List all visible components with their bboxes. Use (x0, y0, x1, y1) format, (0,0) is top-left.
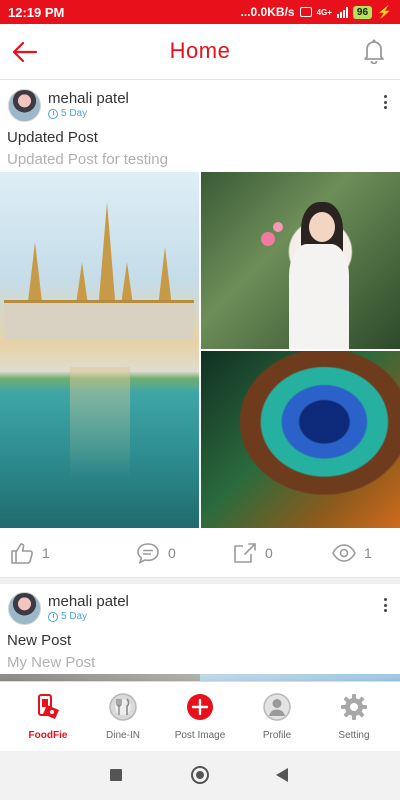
nav-item-setting[interactable]: Setting (314, 692, 394, 741)
avatar[interactable] (8, 89, 41, 122)
nav-label: Profile (262, 730, 292, 741)
system-navigation-bar (0, 751, 400, 800)
status-icons: ...0.0KB/s 4G+ 96 ⚡ (241, 5, 392, 19)
post-time-text: 5 Day (61, 611, 88, 622)
post-title: Updated Post (7, 129, 98, 146)
post-image-grid (0, 172, 400, 528)
post-card: mehali patel 5 Day Updated Post Updated … (0, 81, 400, 578)
plus-circle-icon (187, 694, 213, 720)
home-icon[interactable] (191, 766, 209, 784)
charging-icon: ⚡ (377, 5, 392, 19)
post-feed[interactable]: mehali patel 5 Day Updated Post Updated … (0, 81, 400, 681)
battery-icon: 96 (352, 5, 373, 19)
home-screen: 12:19 PM ...0.0KB/s 4G+ 96 ⚡ Home mehali… (0, 0, 400, 800)
nav-label: Setting (338, 730, 370, 741)
more-options-icon[interactable] (384, 95, 388, 109)
bottom-navigation: FoodFie Dine-IN Post Image Profile Setti… (0, 681, 400, 751)
post-actions: 1 0 0 1 (0, 528, 400, 578)
system-back-icon[interactable] (276, 768, 288, 782)
nav-label: FoodFie (28, 730, 68, 741)
recent-apps-icon[interactable] (110, 769, 122, 781)
eye-icon (332, 544, 356, 562)
nav-item-post-image[interactable]: Post Image (160, 692, 240, 741)
post-description: Updated Post for testing (7, 151, 168, 168)
network-type: 4G+ (316, 7, 332, 17)
network-speed: ...0.0KB/s (240, 5, 295, 19)
peacock-feather-photo[interactable] (201, 351, 400, 528)
status-bar: 12:19 PM ...0.0KB/s 4G+ 96 ⚡ (0, 0, 400, 24)
post-title: New Post (7, 632, 72, 649)
thumbs-up-icon (11, 543, 33, 564)
avatar[interactable] (8, 592, 41, 625)
nav-item-dine-in[interactable]: Dine-IN (83, 692, 163, 741)
comment-count: 0 (168, 545, 176, 561)
foodfie-icon (38, 694, 59, 719)
share-icon (234, 543, 256, 563)
post-author[interactable]: mehali patel (48, 593, 129, 610)
like-button[interactable]: 1 (10, 542, 50, 564)
comment-button[interactable]: 0 (136, 542, 176, 564)
user-icon (263, 693, 291, 721)
more-options-icon[interactable] (384, 598, 388, 612)
gear-icon (341, 694, 367, 720)
page-title: Home (169, 38, 231, 63)
post-author[interactable]: mehali patel (48, 90, 129, 107)
battery-level: 96 (356, 6, 369, 18)
views-indicator: 1 (332, 542, 372, 564)
nav-item-foodfie[interactable]: FoodFie (8, 692, 88, 741)
share-button[interactable]: 0 (233, 542, 273, 564)
nav-label: Dine-IN (106, 730, 140, 741)
comment-icon (137, 543, 159, 564)
post-header: mehali patel 5 Day (0, 81, 400, 127)
app-bar: Home (0, 24, 400, 80)
share-count: 0 (265, 545, 273, 561)
woman-with-flowers-photo[interactable] (201, 172, 400, 349)
view-count: 1 (364, 545, 372, 561)
post-image-grid[interactable] (0, 674, 400, 681)
post-description: My New Post (7, 654, 96, 671)
fork-knife-icon (109, 693, 137, 721)
post-card: mehali patel 5 Day New Post My New Post (0, 584, 400, 681)
like-count: 1 (42, 545, 50, 561)
bell-icon[interactable] (362, 38, 386, 64)
clock-icon (48, 611, 58, 622)
clock-icon (48, 108, 58, 119)
post-time-text: 5 Day (61, 108, 88, 119)
status-time: 12:19 PM (8, 4, 65, 20)
nav-label: Post Image (174, 730, 226, 741)
temple-photo[interactable] (0, 172, 199, 528)
nav-item-profile[interactable]: Profile (237, 692, 317, 741)
post-time: 5 Day (48, 108, 87, 119)
post-time: 5 Day (48, 611, 87, 622)
post-header: mehali patel 5 Day (0, 584, 400, 630)
signal-icon (336, 6, 348, 18)
alarm-icon (299, 7, 312, 17)
